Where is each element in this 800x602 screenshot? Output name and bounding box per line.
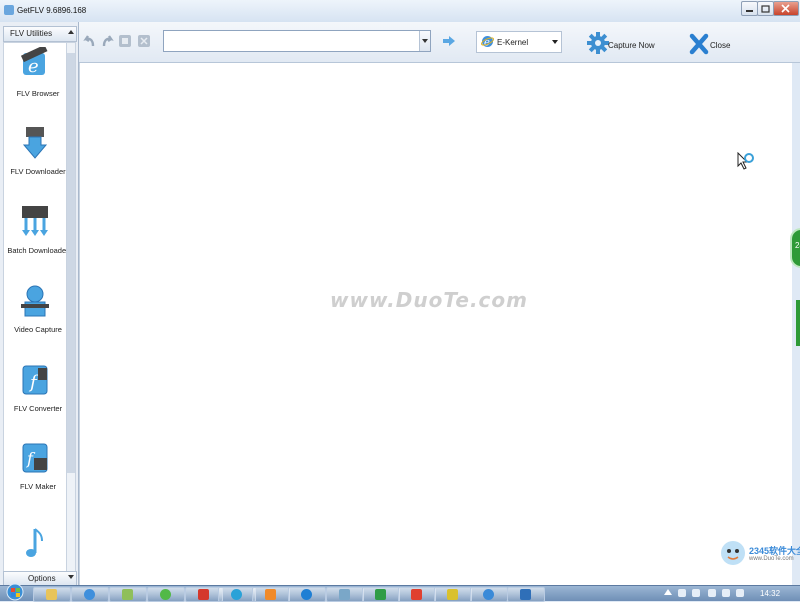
chevron-down-icon: [552, 40, 558, 44]
app-icon: [265, 589, 276, 600]
watermark: www.DuoTe.com: [330, 288, 528, 312]
sidebar-list: e FLV Browser FLV Downloader Batch Downl…: [3, 42, 67, 572]
mascot-icon: [721, 541, 745, 565]
minimize-button[interactable]: [741, 1, 758, 16]
maximize-button[interactable]: [757, 1, 774, 16]
forward-icon[interactable]: [100, 34, 114, 48]
gear-icon: [587, 32, 609, 54]
close-label: Close: [710, 41, 731, 50]
flv-maker-icon: f: [22, 443, 48, 473]
app-icon: [339, 589, 350, 600]
ie-icon: e: [481, 36, 494, 48]
refresh-icon[interactable]: [137, 34, 151, 48]
sidebar-item-label: FLV Browser: [16, 89, 60, 98]
app-icon: [122, 589, 133, 600]
app-icon: [301, 589, 312, 600]
sidebar-scroll-thumb[interactable]: [67, 53, 75, 473]
kernel-select[interactable]: e E-Kernel: [476, 31, 562, 53]
system-tray: 14:32: [660, 586, 800, 601]
side-floating-tab[interactable]: 24: [790, 228, 800, 268]
url-dropdown-button[interactable]: [419, 31, 430, 51]
app-icon: [198, 589, 209, 600]
chevron-down-icon: [68, 575, 74, 579]
close-button[interactable]: Close: [689, 30, 739, 56]
clock[interactable]: 14:32: [760, 589, 780, 598]
folder-icon: [46, 589, 57, 600]
sidebar-item-label: Batch Downloader: [7, 246, 67, 255]
taskbar: 14:32: [0, 583, 800, 602]
sidebar: FLV Utilities e FLV Browser FLV Download…: [0, 22, 79, 586]
app-icon: [375, 589, 386, 600]
ie-icon: [84, 589, 95, 600]
sidebar-item-batch-downloader[interactable]: Batch Downloader: [4, 200, 66, 270]
close-x-icon: [689, 33, 709, 55]
app-icon: [483, 589, 494, 600]
capture-now-label: Capture Now: [608, 41, 655, 50]
flv-converter-icon: f: [22, 365, 48, 395]
toolbar: e E-Kernel Capture Now Close: [79, 22, 800, 63]
sidebar-header-label: FLV Utilities: [10, 29, 53, 38]
flv-browser-icon: e: [20, 47, 48, 77]
start-button-icon[interactable]: [0, 583, 30, 601]
chevron-down-icon: [422, 39, 428, 43]
app-icon: [231, 589, 242, 600]
url-combobox[interactable]: [163, 30, 431, 52]
app-icon: [520, 589, 531, 600]
close-icon: [781, 4, 790, 13]
side-edge-bar: [796, 300, 800, 346]
brand-url: www.DuoTe.com: [749, 556, 794, 562]
title-bar: GetFLV 9.6896.168: [0, 0, 800, 23]
sidebar-item-video-capture[interactable]: Video Capture: [4, 279, 66, 349]
capture-now-button[interactable]: Capture Now: [587, 30, 667, 56]
sidebar-item-label: FLV Converter: [13, 404, 63, 413]
options-label: Options: [28, 574, 56, 583]
sidebar-scrollbar[interactable]: [66, 42, 76, 572]
restore-icon: [761, 5, 770, 13]
sidebar-item-flv-downloader[interactable]: FLV Downloader: [4, 121, 66, 191]
sidebar-item-flv-browser[interactable]: e FLV Browser: [4, 43, 66, 113]
kernel-label: E-Kernel: [497, 38, 529, 47]
tray-icon[interactable]: [736, 589, 744, 597]
app-icon: [411, 589, 422, 600]
back-icon[interactable]: [83, 34, 97, 48]
go-arrow-icon[interactable]: [442, 35, 456, 49]
sidebar-item-label: FLV Downloader: [10, 167, 66, 176]
browser-content[interactable]: [79, 63, 792, 585]
window-title: GetFLV 9.6896.168: [17, 6, 87, 15]
sidebar-header[interactable]: FLV Utilities: [3, 26, 77, 42]
app-icon: [447, 589, 458, 600]
video-capture-icon: [21, 285, 49, 317]
minimize-icon: [746, 10, 753, 12]
sidebar-item-flv-maker[interactable]: f FLV Maker: [4, 436, 66, 506]
busy-cursor-icon: [737, 152, 754, 170]
side-tab-label: 24: [795, 241, 800, 250]
music-note-icon: [26, 528, 43, 557]
sidebar-item-label: FLV Maker: [19, 482, 57, 491]
tray-icon[interactable]: [692, 589, 700, 597]
window-close-button[interactable]: [773, 1, 799, 16]
brand-logo: 2345软件大全 www.DuoTe.com: [715, 536, 800, 584]
batch-downloader-icon: [22, 206, 48, 236]
stop-icon[interactable]: [118, 34, 132, 48]
sidebar-item-flv-converter[interactable]: f FLV Converter: [4, 358, 66, 428]
app-icon: [4, 5, 14, 15]
tray-expand-icon[interactable]: [664, 589, 672, 595]
volume-icon[interactable]: [708, 589, 716, 597]
flv-downloader-icon: [22, 127, 48, 159]
tray-icon[interactable]: [678, 589, 686, 597]
sidebar-item-label: Video Capture: [14, 325, 62, 334]
network-icon[interactable]: [722, 589, 730, 597]
chat-icon: [160, 589, 171, 600]
chevron-up-icon: [68, 30, 74, 34]
sidebar-item-partial[interactable]: [4, 521, 66, 571]
